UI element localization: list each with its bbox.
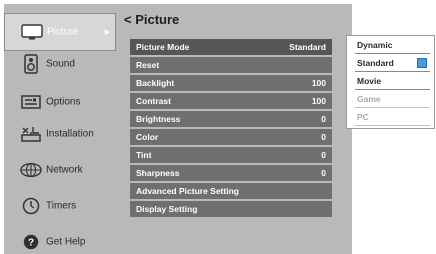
backlight-row[interactable]: Backlight 100 xyxy=(130,75,332,91)
sidebar-item-label: Sound xyxy=(46,58,75,70)
row-value: 100 xyxy=(311,96,326,106)
picture-mode-row[interactable]: Picture Mode Standard xyxy=(130,39,332,55)
options-icon xyxy=(20,92,42,112)
row-value: 100 xyxy=(311,78,326,88)
row-label: Contrast xyxy=(136,96,171,106)
timer-icon xyxy=(20,196,42,216)
sidebar-item-network[interactable]: Network xyxy=(4,152,116,188)
option-label: PC xyxy=(357,112,369,122)
dropdown-option-game: Game xyxy=(355,91,430,108)
selected-check-icon xyxy=(417,58,427,68)
row-label: Display Setting xyxy=(136,204,198,214)
display-setting-row[interactable]: Display Setting xyxy=(130,201,332,217)
row-label: Picture Mode xyxy=(136,42,190,52)
sidebar-item-label: Network xyxy=(46,164,83,176)
dropdown-option-movie[interactable]: Movie xyxy=(355,73,430,90)
sidebar-item-label: Installation xyxy=(46,128,94,140)
row-label: Brightness xyxy=(136,114,181,124)
help-icon: ? xyxy=(20,232,42,252)
picture-settings-panel: < Picture Picture Mode Standard Reset Ba… xyxy=(116,4,352,254)
row-label: Color xyxy=(136,132,159,142)
tv-icon xyxy=(21,22,43,42)
option-label: Movie xyxy=(357,76,382,86)
option-label: Game xyxy=(357,94,381,104)
sidebar-item-installation[interactable]: Installation xyxy=(4,116,116,152)
option-label: Standard xyxy=(357,58,394,68)
brightness-row[interactable]: Brightness 0 xyxy=(130,111,332,127)
sidebar-item-options[interactable]: Options xyxy=(4,84,116,120)
reset-row[interactable]: Reset xyxy=(130,57,332,73)
row-label: Advanced Picture Setting xyxy=(136,186,239,196)
sidebar-item-sound[interactable]: Sound xyxy=(4,46,116,82)
row-value: 0 xyxy=(321,168,326,178)
tint-row[interactable]: Tint 0 xyxy=(130,147,332,163)
sidebar-item-label: Timers xyxy=(46,200,77,212)
dropdown-option-pc: PC xyxy=(355,109,430,126)
row-value: Standard xyxy=(289,42,326,52)
speaker-icon xyxy=(20,54,42,74)
sidebar-item-label: Options xyxy=(46,96,81,108)
row-label: Reset xyxy=(136,60,160,70)
option-label: Dynamic xyxy=(357,40,393,50)
row-label: Backlight xyxy=(136,78,175,88)
row-label: Sharpness xyxy=(136,168,180,178)
sidebar-item-label: Picture xyxy=(47,26,79,38)
row-label: Tint xyxy=(136,150,152,160)
row-value: 0 xyxy=(321,150,326,160)
color-row[interactable]: Color 0 xyxy=(130,129,332,145)
sidebar-item-get-help[interactable]: ? Get Help xyxy=(4,224,116,254)
advanced-picture-setting-row[interactable]: Advanced Picture Setting xyxy=(130,183,332,199)
dropdown-option-dynamic[interactable]: Dynamic xyxy=(355,37,430,54)
contrast-row[interactable]: Contrast 100 xyxy=(130,93,332,109)
page-title[interactable]: < Picture xyxy=(124,12,179,27)
row-value: 0 xyxy=(321,114,326,124)
svg-text:?: ? xyxy=(28,238,34,249)
sidebar-item-timers[interactable]: Timers xyxy=(4,188,116,224)
sidebar: Picture ▶ Sound Options Installation Net… xyxy=(4,4,116,254)
row-value: 0 xyxy=(321,132,326,142)
dropdown-option-standard[interactable]: Standard xyxy=(355,55,430,72)
globe-icon xyxy=(20,160,42,180)
sidebar-item-label: Get Help xyxy=(46,236,86,248)
chevron-right-icon: ▶ xyxy=(104,29,110,36)
picture-mode-dropdown: Dynamic Standard Movie Game PC xyxy=(346,35,435,129)
satellite-icon xyxy=(20,124,42,144)
sharpness-row[interactable]: Sharpness 0 xyxy=(130,165,332,181)
